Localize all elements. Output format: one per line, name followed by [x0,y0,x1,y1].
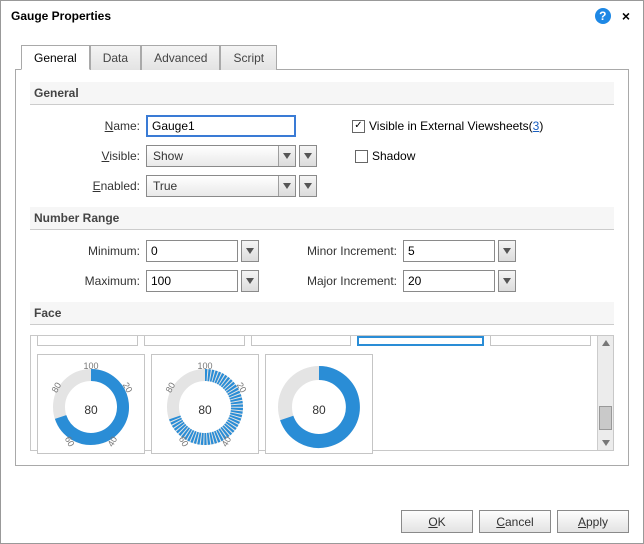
tab-data[interactable]: Data [90,45,141,70]
major-increment-dropdown-button[interactable] [498,270,516,292]
minor-increment-label: Minor Increment: [295,244,403,258]
chevron-down-icon [278,176,295,196]
scroll-down-icon[interactable] [598,436,613,450]
major-increment-label: Major Increment: [295,274,403,288]
visible-select-value: Show [153,149,183,163]
enabled-select-value: True [153,179,177,193]
face-option-1[interactable]: 100 80 20 60 40 80 [37,354,145,454]
name-input[interactable] [146,115,296,137]
chevron-down-icon [278,146,295,166]
scrollbar-thumb[interactable] [599,406,612,430]
visible-edit-button[interactable] [299,145,317,167]
enabled-edit-button[interactable] [299,175,317,197]
maximum-dropdown-button[interactable] [241,270,259,292]
apply-button[interactable]: Apply [557,510,629,533]
dialog-body: General Data Advanced Script General Nam… [1,30,643,474]
face-stub-selected[interactable] [357,336,484,346]
visible-select[interactable]: Show [146,145,296,167]
section-general-header: General [30,82,614,105]
tab-script[interactable]: Script [220,45,277,70]
face-stub[interactable] [251,336,352,346]
svg-text:80: 80 [312,403,326,417]
minor-increment-dropdown-button[interactable] [498,240,516,262]
tab-advanced[interactable]: Advanced [141,45,220,70]
face-stub[interactable] [37,336,138,346]
face-option-2[interactable]: 100 80 20 60 40 80 [151,354,259,454]
face-option-3[interactable]: 80 [265,354,373,454]
visible-external-check[interactable]: ✓ Visible in External Viewsheets(3) [352,119,543,133]
dialog-title: Gauge Properties [11,9,111,23]
tab-panel-general: General Name: ✓ Visible in External View… [15,70,629,466]
enabled-select[interactable]: True [146,175,296,197]
minimum-input[interactable] [146,240,238,262]
dialog-footer: OK Cancel Apply [401,510,629,533]
shadow-check[interactable]: Shadow [355,149,415,163]
visible-label: Visible: [30,149,146,163]
face-scrollbar[interactable] [597,336,613,450]
major-increment-input[interactable] [403,270,495,292]
checkbox-icon: ✓ [352,120,365,133]
visible-external-link[interactable]: 3 [533,119,540,133]
minimum-label: Minimum: [30,244,146,258]
face-stub[interactable] [144,336,245,346]
svg-text:80: 80 [198,403,212,417]
minor-increment-input[interactable] [403,240,495,262]
face-grid: 100 80 20 60 40 80 100 80 20 60 40 [30,335,614,451]
enabled-label: Enabled: [30,179,146,193]
maximum-label: Maximum: [30,274,146,288]
section-numberrange-header: Number Range [30,207,614,230]
shadow-label: Shadow [372,149,415,163]
svg-text:80: 80 [84,403,98,417]
help-icon[interactable]: ? [595,8,611,24]
close-icon[interactable]: × [619,8,633,24]
tab-bar: General Data Advanced Script [15,44,629,70]
cancel-button[interactable]: Cancel [479,510,551,533]
tab-general[interactable]: General [21,45,90,70]
visible-external-label: Visible in External Viewsheets(3) [369,119,543,133]
svg-text:100: 100 [83,361,98,371]
ok-button[interactable]: OK [401,510,473,533]
name-label: Name: [30,119,146,133]
face-stub[interactable] [490,336,591,346]
scroll-up-icon[interactable] [598,336,613,350]
maximum-input[interactable] [146,270,238,292]
titlebar: Gauge Properties ? × [1,1,643,30]
svg-text:100: 100 [197,361,212,371]
checkbox-icon [355,150,368,163]
minimum-dropdown-button[interactable] [241,240,259,262]
section-face-header: Face [30,302,614,325]
